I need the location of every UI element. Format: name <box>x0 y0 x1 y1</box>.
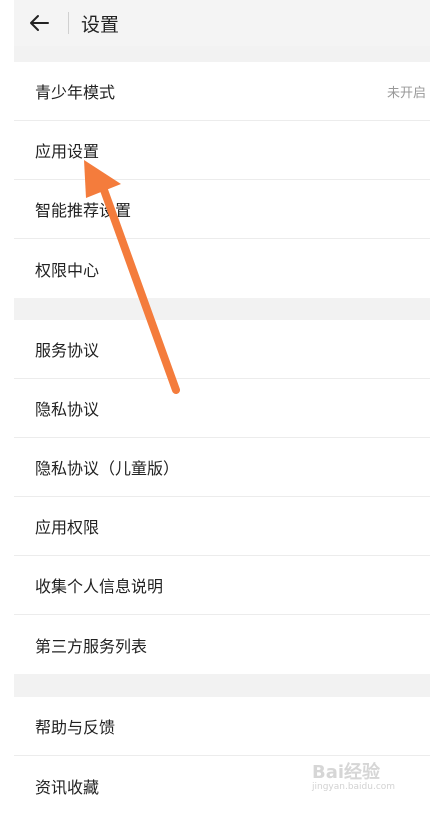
smart-recommend-label: 智能推荐设置 <box>35 201 132 220</box>
smart-recommend-item[interactable]: 智能推荐设置 <box>14 180 430 239</box>
teen-mode-item[interactable]: 青少年模式 未开启 <box>14 62 430 121</box>
app-settings-label: 应用设置 <box>35 142 100 161</box>
privacy-agreement-label: 隐私协议 <box>35 400 100 419</box>
teen-mode-label: 青少年模式 <box>35 83 116 102</box>
app-settings-item[interactable]: 应用设置 <box>14 121 430 180</box>
settings-group-general: 青少年模式 未开启 应用设置 智能推荐设置 权限中心 <box>14 62 430 298</box>
app-permissions-item[interactable]: 应用权限 <box>14 497 430 556</box>
teen-mode-status: 未开启 <box>386 85 426 101</box>
child-privacy-label: 隐私协议（儿童版） <box>35 459 180 478</box>
watermark-url: jingyan.baidu.com <box>312 782 396 792</box>
settings-group-help: 帮助与反馈 资讯收藏 <box>14 697 430 815</box>
header-divider <box>68 12 69 34</box>
page-title: 设置 <box>81 13 120 36</box>
watermark-logo: Bai经验 <box>312 762 381 783</box>
news-favorites-label: 资讯收藏 <box>35 777 100 797</box>
help-feedback-label: 帮助与反馈 <box>35 718 116 737</box>
third-party-list-item[interactable]: 第三方服务列表 <box>14 615 430 674</box>
personal-info-label: 收集个人信息说明 <box>35 577 164 596</box>
third-party-list-label: 第三方服务列表 <box>35 636 148 656</box>
service-agreement-label: 服务协议 <box>35 341 100 360</box>
back-arrow-icon <box>30 15 49 31</box>
service-agreement-item[interactable]: 服务协议 <box>14 320 430 379</box>
child-privacy-item[interactable]: 隐私协议（儿童版） <box>14 438 430 497</box>
personal-info-item[interactable]: 收集个人信息说明 <box>14 556 430 615</box>
back-button[interactable] <box>26 10 52 36</box>
privacy-agreement-item[interactable]: 隐私协议 <box>14 379 430 438</box>
permission-center-label: 权限中心 <box>35 260 100 280</box>
app-permissions-label: 应用权限 <box>35 518 100 537</box>
settings-group-legal: 服务协议 隐私协议 隐私协议（儿童版） 应用权限 收集个人信息说明 第三方服务列… <box>14 320 430 674</box>
help-feedback-item[interactable]: 帮助与反馈 <box>14 697 430 756</box>
permission-center-item[interactable]: 权限中心 <box>14 239 430 298</box>
top-bar: 设置 <box>14 0 430 46</box>
settings-screen: 设置 青少年模式 未开启 应用设置 智能推荐设置 权限中心 服务协议 隐私协议 … <box>14 0 430 815</box>
